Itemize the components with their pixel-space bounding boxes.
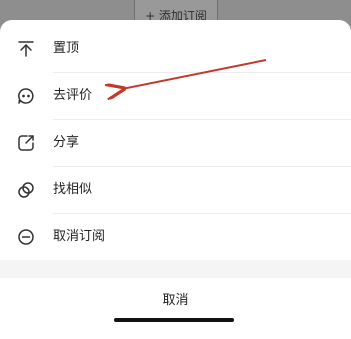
pin-top-icon [16, 39, 36, 59]
menu-item-label: 分享 [53, 135, 80, 150]
menu-item-label: 找相似 [53, 182, 93, 197]
share-icon [16, 133, 36, 153]
menu-item-label: 去评价 [53, 88, 93, 103]
menu-item-unsubscribe[interactable]: 取消订阅 [0, 214, 351, 260]
menu-item-rate[interactable]: 去评价 [0, 73, 351, 119]
section-gap [0, 260, 351, 278]
home-indicator [114, 318, 234, 322]
menu-item-label: 置顶 [53, 41, 80, 56]
menu-item-pin-top[interactable]: 置顶 [0, 26, 351, 72]
find-similar-icon [16, 180, 36, 200]
comment-icon [16, 86, 36, 106]
menu-item-share[interactable]: 分享 [0, 120, 351, 166]
menu-item-label: 取消订阅 [53, 229, 106, 244]
action-sheet: 置顶 去评价 分享 找相似 取消订阅 取消 [0, 20, 351, 339]
unsubscribe-icon [16, 227, 36, 247]
menu-item-find-similar[interactable]: 找相似 [0, 167, 351, 213]
